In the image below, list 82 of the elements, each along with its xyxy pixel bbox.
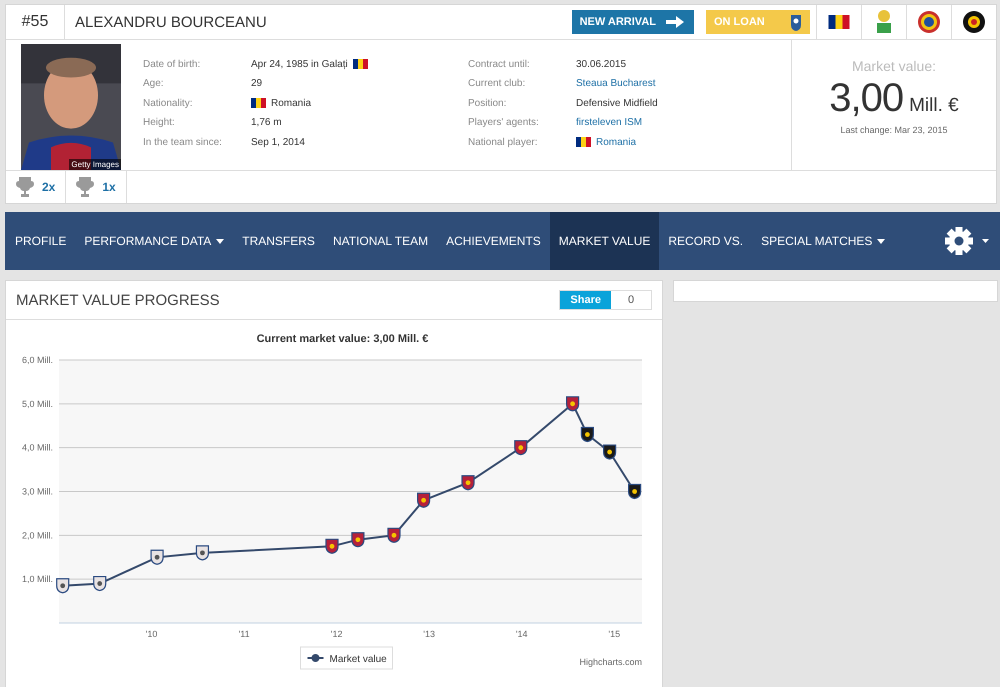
club-crest-marker xyxy=(580,426,594,442)
x-axis-label: '15 xyxy=(608,629,620,639)
info-link[interactable]: Steaua Bucharest xyxy=(576,78,656,90)
settings-icon[interactable] xyxy=(944,226,992,256)
market-value-amount: 3,00 xyxy=(829,76,904,122)
info-label: Position: xyxy=(468,98,508,109)
info-label: Contract until: xyxy=(468,58,531,70)
market-value-unit: Mill. € xyxy=(909,95,959,118)
x-axis-label: '14 xyxy=(516,629,528,639)
market-value-label: Market value: xyxy=(852,58,936,74)
info-value: 29 xyxy=(251,78,262,90)
y-axis-label: 2,0 Mill. xyxy=(22,530,53,540)
info-label: In the team since: xyxy=(143,136,223,148)
y-axis-label: 3,0 Mill. xyxy=(22,486,53,496)
caret-icon xyxy=(216,238,224,244)
nav-tab[interactable]: PERFORMANCE DATA xyxy=(75,212,234,270)
trophy-count[interactable]: 1x xyxy=(102,180,116,194)
info-label: Date of birth: xyxy=(143,58,202,70)
info-label: Current club: xyxy=(468,78,526,90)
photo-credit: Getty Images xyxy=(69,159,121,170)
club-crest-icon xyxy=(962,10,986,34)
transfer-icon xyxy=(664,14,686,30)
chart-credit[interactable]: Highcharts.com xyxy=(579,657,642,667)
y-axis-label: 1,0 Mill. xyxy=(22,574,53,584)
club-crest-marker xyxy=(417,492,430,508)
club-crest-marker xyxy=(628,484,642,500)
club-crest-marker xyxy=(93,576,106,592)
shirt-number: #55 xyxy=(6,5,65,40)
y-axis-label: 6,0 Mill. xyxy=(22,355,53,365)
nav-tab[interactable]: MARKET VALUE xyxy=(550,212,660,270)
share-count: 0 xyxy=(626,293,636,308)
x-axis-label: '13 xyxy=(423,629,436,639)
nav-tab[interactable]: RECORD VS. xyxy=(659,212,752,270)
trophy-icon xyxy=(16,176,34,198)
caret-icon xyxy=(877,238,886,244)
player-name: ALEXANDRU BOURCEANU xyxy=(74,12,268,33)
legend-label[interactable]: Market value xyxy=(330,654,387,665)
info-value: Sep 1, 2014 xyxy=(251,136,305,148)
info-value: Romania xyxy=(271,98,312,109)
last-change: Last change: Mar 23, 2015 xyxy=(840,125,948,136)
nav-tab[interactable]: PROFILE xyxy=(5,212,76,270)
club-crest-marker xyxy=(196,545,210,560)
trophy-count[interactable]: 2x xyxy=(42,180,56,194)
club-crest-marker xyxy=(461,475,475,490)
nav-tab[interactable]: NATIONAL TEAM xyxy=(324,212,438,270)
club-crest-marker xyxy=(514,440,528,456)
club-crest-marker xyxy=(325,538,339,554)
club-crest-marker xyxy=(603,444,616,460)
y-axis-label: 5,0 Mill. xyxy=(22,398,53,409)
info-value: 1,76 m xyxy=(251,117,282,128)
status-badge: NEW ARRIVAL xyxy=(572,10,694,34)
club-crest-marker xyxy=(566,396,580,412)
federation-logo-icon xyxy=(917,10,941,34)
info-value: Defensive Midfield xyxy=(576,98,658,109)
info-value: Apr 24, 1985 in Galați xyxy=(251,58,348,70)
info-link[interactable]: firsteleven ISM xyxy=(576,117,642,128)
x-axis-label: '10 xyxy=(146,629,158,639)
club-crest-marker xyxy=(56,578,70,594)
info-label: National player: xyxy=(468,136,538,148)
club-crest-icon xyxy=(790,13,802,32)
flag-icon xyxy=(828,15,850,30)
trophy-icon xyxy=(76,176,94,198)
info-label: Players' agents: xyxy=(468,117,540,128)
status-badge: ON LOAN xyxy=(706,10,810,34)
panel-title: MARKET VALUE PROGRESS xyxy=(16,292,220,308)
x-axis-label: '12 xyxy=(330,629,342,639)
club-crest-marker xyxy=(150,550,164,565)
nav-tab[interactable]: ACHIEVEMENTS xyxy=(437,212,550,270)
info-label: Nationality: xyxy=(143,98,194,109)
x-axis-label: '11 xyxy=(238,629,250,639)
nav-tab[interactable]: SPECIAL MATCHES xyxy=(752,212,894,270)
nav-tab[interactable]: TRANSFERS xyxy=(233,212,324,270)
chart-title: Current market value: 3,00 Mill. € xyxy=(256,333,428,345)
info-value: 30.06.2015 xyxy=(576,58,626,70)
league-logo-icon xyxy=(875,9,893,36)
legend-marker-icon xyxy=(308,654,324,662)
club-crest-marker xyxy=(387,528,401,543)
info-label: Age: xyxy=(143,78,165,90)
club-crest-marker xyxy=(351,532,364,548)
y-axis-label: 4,0 Mill. xyxy=(22,442,53,453)
info-label: Height: xyxy=(143,117,176,128)
info-link[interactable]: Romania xyxy=(596,136,636,148)
